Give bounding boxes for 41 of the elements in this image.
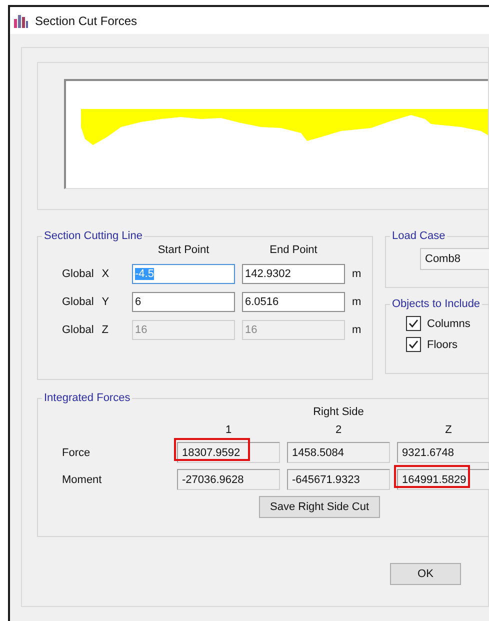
axis-label: X xyxy=(102,268,110,280)
column-header: End Point xyxy=(268,244,318,256)
checkbox-label: Columns xyxy=(427,318,470,330)
value-text: -645671.9323 xyxy=(292,474,360,486)
group-title: Section Cutting Line xyxy=(43,230,144,242)
column-header: 2 xyxy=(334,424,343,436)
group-title: Load Case xyxy=(391,230,446,242)
window-title: Section Cut Forces xyxy=(35,14,138,28)
checkbox[interactable] xyxy=(406,316,421,331)
row-label: Moment xyxy=(62,474,103,486)
ok-button[interactable]: OK xyxy=(390,563,461,585)
row-label: Global xyxy=(62,324,94,336)
column-header: 1 xyxy=(224,424,233,436)
start-point-field[interactable]: 6 xyxy=(132,292,235,312)
end-point-field[interactable]: 142.9302 xyxy=(242,264,345,284)
row-label: Global xyxy=(62,268,94,280)
load-case-dropdown[interactable]: Comb8 xyxy=(420,248,489,270)
checkbox[interactable] xyxy=(406,337,421,352)
group-heading: Right Side xyxy=(312,406,365,418)
unit-label: m xyxy=(352,296,362,308)
row-label: Global xyxy=(62,296,94,308)
app-icon xyxy=(13,12,29,28)
column-header: Z xyxy=(444,424,453,436)
group-title: Objects to Include xyxy=(391,298,482,310)
value-text: 18307.9592 xyxy=(182,446,240,458)
checkmark-icon xyxy=(408,339,419,350)
save-cut-button[interactable]: Save Right Side Cut xyxy=(259,496,380,518)
end-point-field[interactable]: 6.0516 xyxy=(242,292,345,312)
value-text: 1458.5084 xyxy=(292,446,344,458)
unit-label: m xyxy=(352,268,362,280)
value-text: 9321.6748 xyxy=(402,446,454,458)
row-label: Force xyxy=(62,446,92,458)
axis-label: Z xyxy=(102,324,109,336)
checkmark-icon xyxy=(408,318,419,329)
value-text: 164991.5829 xyxy=(402,474,466,486)
unit-label: m xyxy=(352,324,362,336)
group-title: Integrated Forces xyxy=(43,392,132,404)
checkbox-label: Floors xyxy=(427,338,458,350)
value-text: -27036.9628 xyxy=(182,474,244,486)
axis-label: Y xyxy=(102,296,110,308)
column-header: Start Point xyxy=(156,244,210,256)
